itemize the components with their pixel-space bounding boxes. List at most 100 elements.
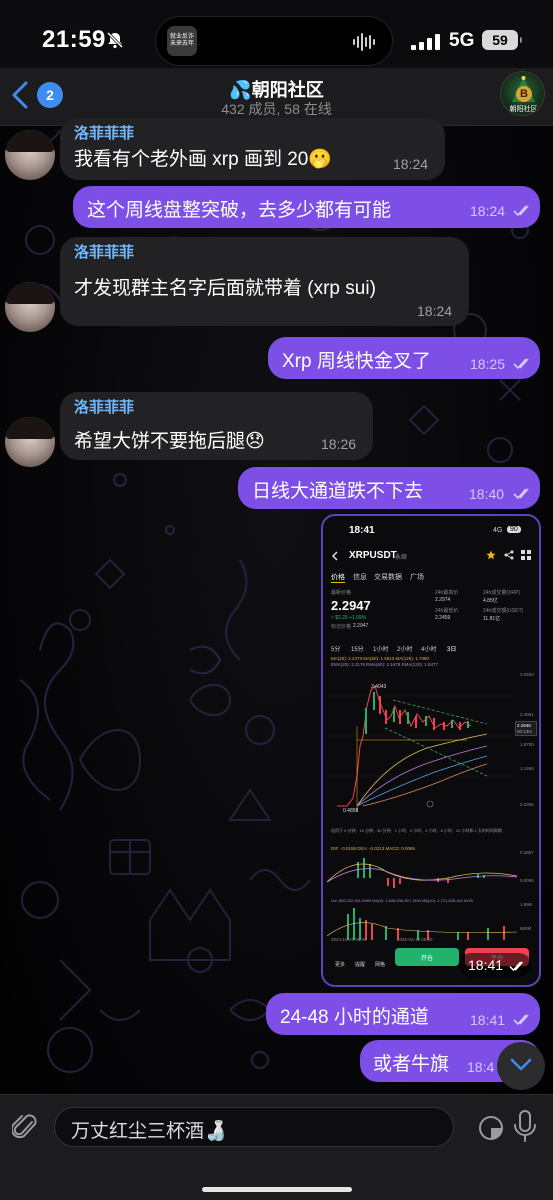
date-axis-tick: 2024-10-29 08:00 — [331, 937, 367, 942]
group-avatar[interactable]: B 朝阳社区 — [500, 71, 545, 116]
message-time: 18:4 — [467, 1059, 495, 1075]
microphone-icon[interactable] — [512, 1109, 538, 1145]
pair-symbol[interactable]: XRPUSDT — [349, 550, 397, 561]
last-price-label: 最新价格 — [331, 590, 352, 596]
image-message-screenshot[interactable]: 18:41 4G 90 XRPUSDT 永续 价格 信息 交易数据 广场 最新价… — [321, 514, 541, 987]
cellular-signal-icon — [411, 34, 440, 50]
volume-axis-tick: 868M — [520, 926, 532, 931]
message-bubble-outgoing[interactable]: Xrp 周线快金叉了 18:25 — [268, 337, 540, 379]
message-time: 18:24 — [417, 303, 453, 319]
chevron-down-icon — [510, 1058, 532, 1071]
message-bubble-outgoing[interactable]: 这个周线盘整突破，去多少都有可能 18:24 — [73, 186, 540, 228]
message-input-text: 万丈红尘三杯酒🍶 — [71, 1121, 228, 1142]
read-checkmarks-icon — [513, 488, 529, 500]
open-position-button[interactable]: 开仓 — [395, 948, 459, 966]
stat-value: 11.81亿 — [483, 616, 501, 622]
star-icon — [486, 550, 496, 560]
message-bubble-outgoing[interactable]: 24-48 小时的通道 18:41 — [266, 993, 540, 1035]
bitcoin-icon: B — [516, 86, 532, 102]
avatar-caption: 朝阳社区 — [509, 106, 538, 113]
bottom-alert-label[interactable]: 提醒 — [355, 961, 365, 968]
timeframe-note: 适用于 5 分钟、15 分钟、30 分钟、1 小时、2 小时、4 小时、6 小时… — [331, 828, 502, 833]
peak-price-label: 3.4043 — [371, 684, 387, 690]
image-timestamp-badge: 18:41 — [459, 953, 531, 977]
screenshot-tab[interactable]: 价格 — [331, 572, 345, 582]
message-input[interactable]: 万丈红尘三杯酒🍶 — [54, 1107, 503, 1147]
stat-value: 4.85亿 — [483, 598, 498, 604]
stat-value: 2.2974 — [435, 597, 451, 603]
message-bubble-outgoing[interactable]: 日线大通道跌不下去 18:40 — [238, 467, 540, 509]
low-price-label: 0.4858 — [343, 808, 359, 814]
sender-avatar[interactable] — [5, 130, 55, 180]
interval-option[interactable]: 2小时 — [397, 644, 412, 653]
island-caption: 就业反诈 未来去年 — [169, 34, 194, 47]
current-price-tag: 2.2948 00:13m — [515, 721, 537, 736]
message-time: 18:24 — [393, 156, 429, 172]
interval-option[interactable]: 5分 — [331, 644, 340, 653]
last-price: 2.2947 — [331, 598, 371, 613]
message-text: 希望大饼不要拖后腿😞 — [74, 431, 265, 452]
bottom-grid-label[interactable]: 网格 — [375, 961, 385, 968]
interval-option[interactable]: 4小时 — [421, 644, 436, 653]
read-checkmarks-icon — [513, 1014, 529, 1026]
audio-waveform-icon — [353, 33, 375, 51]
stat-value: 2.2459 — [435, 615, 451, 621]
message-bubble-incoming[interactable]: 洛菲菲菲 希望大饼不要拖后腿😞 18:26 — [60, 392, 373, 460]
macd-axis-tick: 0.4857 — [520, 850, 534, 855]
screenshot-tab[interactable]: 交易数据 — [374, 572, 402, 582]
mark-price: 2.2947 — [353, 623, 369, 629]
price-axis-tick: 0.3395 — [520, 802, 534, 807]
pair-suffix: 永续 — [395, 555, 408, 561]
volume-chart — [327, 908, 517, 940]
screenshot-tab[interactable]: 广场 — [410, 572, 424, 582]
mark-price-label: 标记价格 — [331, 624, 352, 630]
price-axis-tick: 2.4851 — [520, 712, 534, 717]
dynamic-island[interactable]: 就业反诈 未来去年 — [155, 16, 393, 66]
grid-icon — [521, 550, 531, 560]
screenshot-network: 4G — [493, 527, 503, 534]
stat-label: 24h最低价 — [435, 608, 459, 614]
message-time: 18:41 — [470, 1012, 506, 1028]
screenshot-tab[interactable]: 信息 — [353, 572, 367, 582]
message-text: 才发现群主名字后面就带着 (xrp sui) — [74, 278, 376, 299]
message-composer: 万丈红尘三杯酒🍶 — [0, 1094, 553, 1200]
volume-axis-tick: 1.99B — [520, 902, 532, 907]
candlestick-chart[interactable] — [327, 666, 535, 814]
sender-avatar[interactable] — [5, 282, 55, 332]
interval-option[interactable]: 1小时 — [373, 644, 388, 653]
sender-avatar[interactable] — [5, 417, 55, 467]
date-axis-tick: 2025-03-18 08:00 — [397, 937, 433, 942]
price-axis-tick: 1.8700 — [520, 742, 534, 747]
network-type: 5G — [449, 30, 475, 51]
read-checkmarks-icon — [513, 205, 529, 217]
sender-name[interactable]: 洛菲菲菲 — [74, 122, 134, 143]
sender-name[interactable]: 洛菲菲菲 — [74, 241, 134, 262]
screenshot-status-time: 18:41 — [349, 525, 375, 536]
sticker-icon[interactable] — [477, 1114, 505, 1142]
status-time: 21:59 — [42, 26, 106, 53]
macd-chart — [327, 858, 517, 888]
scroll-to-bottom-button[interactable] — [497, 1042, 545, 1090]
interval-option[interactable]: 15分 — [351, 644, 364, 653]
sender-name[interactable]: 洛菲菲菲 — [74, 396, 134, 417]
message-bubble-incoming[interactable]: 洛菲菲菲 才发现群主名字后面就带着 (xrp sui) 18:24 — [60, 237, 469, 326]
share-icon — [504, 550, 514, 560]
current-price-tag-time: 00:13m — [517, 729, 533, 734]
message-time: 18:24 — [470, 203, 506, 219]
volume-readout: Vol: 808,232,301.6989 MA(5): 1,698,536,3… — [331, 898, 473, 903]
battery-indicator: 59 — [482, 30, 522, 50]
home-indicator[interactable] — [202, 1187, 352, 1192]
price-axis-tick: 1.1466 — [520, 766, 534, 771]
interval-option-active[interactable]: 3日 — [447, 644, 456, 653]
message-text: 这个周线盘整突破，去多少都有可能 — [87, 200, 392, 221]
bell-slash-icon — [106, 31, 124, 49]
paperclip-icon[interactable] — [12, 1113, 40, 1143]
read-checkmarks-icon — [513, 358, 529, 370]
message-time: 18:41 — [468, 957, 504, 973]
current-price-tag-price: 2.2948 — [517, 723, 531, 728]
bottom-more-label[interactable]: 更多 — [335, 961, 345, 968]
message-bubble-incoming[interactable]: 洛菲菲菲 我看有个老外画 xrp 画到 20🫢 18:24 — [60, 118, 445, 180]
message-text: Xrp 周线快金叉了 — [282, 351, 431, 372]
screenshot-battery: 90 — [507, 526, 521, 533]
stat-label: 24h成交额(USDT) — [483, 608, 524, 614]
